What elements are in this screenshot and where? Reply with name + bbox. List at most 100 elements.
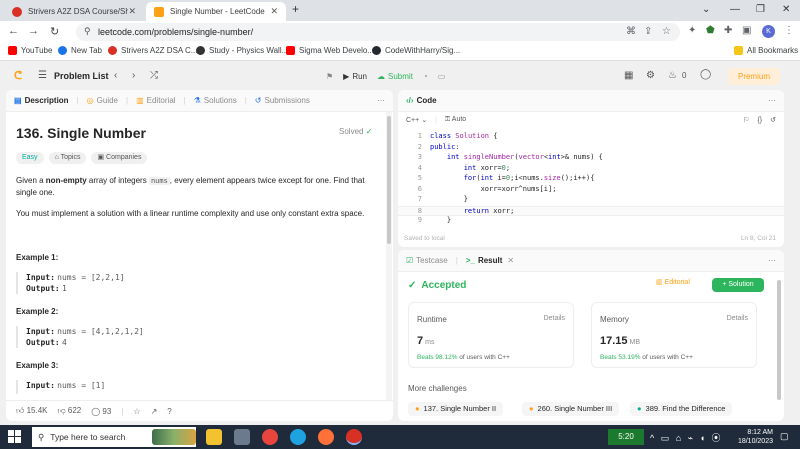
reset-code-icon[interactable]: ↺ xyxy=(770,116,776,124)
translate-icon[interactable]: ⌘ xyxy=(626,26,636,37)
close-tab-icon[interactable]: ✕ xyxy=(128,6,136,17)
prev-problem-icon[interactable]: ‹ xyxy=(114,70,117,81)
layout-icon[interactable]: ▦ xyxy=(624,70,633,81)
debug-icon[interactable]: ⚑ xyxy=(326,72,333,81)
description-scrollbar[interactable] xyxy=(386,112,392,400)
side-panel-icon[interactable]: ▣ xyxy=(742,25,751,36)
challenge-link[interactable]: ● 260. Single Number III xyxy=(522,402,620,416)
browser-tab-leetcode[interactable]: Single Number - LeetCode ✕ xyxy=(146,2,286,21)
tab-testcase[interactable]: ☑ Testcase xyxy=(406,256,448,265)
leetcode-logo-icon[interactable]: ᕦ xyxy=(14,69,22,82)
problem-list-link[interactable]: Problem List xyxy=(54,71,109,81)
user-avatar-icon[interactable]: ◯ xyxy=(700,69,711,80)
result-scrollbar[interactable] xyxy=(776,280,782,418)
chrome-icon[interactable] xyxy=(262,429,278,445)
tab-submissions[interactable]: ↺ Submissions xyxy=(255,96,310,105)
code-line[interactable]: 7 } xyxy=(398,195,784,206)
bookmark-sigma[interactable]: Sigma Web Develo... xyxy=(286,46,374,55)
site-info-icon[interactable]: ⚲ xyxy=(84,26,91,37)
extensions-puzzle-icon[interactable]: ✚ xyxy=(724,25,732,36)
auto-mode-toggle[interactable]: ⚿ Auto xyxy=(445,116,466,124)
settings-gear-icon[interactable]: ⚙ xyxy=(646,70,655,81)
bookmark-star-icon[interactable]: ☆ xyxy=(662,26,671,37)
code-line[interactable]: 9 } xyxy=(398,216,784,227)
panel-more-icon[interactable]: ⋯ xyxy=(377,96,385,105)
tab-code[interactable]: ‹/› Code xyxy=(406,96,437,105)
camera-app-icon[interactable] xyxy=(234,429,250,445)
code-line[interactable]: 2 public: xyxy=(398,143,784,154)
file-explorer-icon[interactable] xyxy=(206,429,222,445)
chrome-profile-icon[interactable] xyxy=(346,429,362,445)
challenge-link[interactable]: ● 389. Find the Difference xyxy=(630,402,733,416)
bookmark-physics[interactable]: Study - Physics Wall... xyxy=(196,46,288,55)
close-icon[interactable]: ✕ xyxy=(507,256,514,265)
panel-more-icon[interactable]: ⋯ xyxy=(768,256,776,265)
code-line[interactable]: 5 for(int i=0;i<nums.size();i++){ xyxy=(398,174,784,185)
notifications-icon[interactable]: ▢ xyxy=(780,431,789,442)
tab-search-icon[interactable]: ⌄ xyxy=(702,4,710,15)
tab-guide[interactable]: ◎ Guide xyxy=(87,96,118,105)
timer-icon[interactable]: ◔ xyxy=(423,72,428,81)
topics-tag[interactable]: ⌂ Topics xyxy=(48,152,87,164)
system-tray-icons[interactable]: ^ ▭ ⌂ ⌁ ◖ ⦿ xyxy=(650,431,723,444)
tab-solutions[interactable]: ⚗ Solutions xyxy=(194,96,237,105)
runtime-card[interactable]: Runtime Details 7 ms Beats 98.12% of user… xyxy=(408,302,574,368)
maximize-icon[interactable]: ❐ xyxy=(756,4,765,15)
code-editor[interactable]: 1 class Solution {2 public: 3 int singleNum… xyxy=(398,132,784,227)
code-line[interactable]: 1 class Solution { xyxy=(398,132,784,143)
bookmark-codewithharry[interactable]: CodeWithHarry/Sig... xyxy=(372,46,460,55)
tab-editorial[interactable]: ▥ Editorial xyxy=(136,96,175,105)
battery-indicator[interactable]: 5:20 xyxy=(608,429,644,445)
minimize-icon[interactable]: — xyxy=(730,4,740,15)
favorite-star-icon[interactable]: ☆ xyxy=(133,407,140,416)
challenge-link[interactable]: ● 137. Single Number II xyxy=(408,402,504,416)
edge-icon[interactable] xyxy=(290,429,306,445)
premium-button[interactable]: Premium xyxy=(728,68,780,85)
share-icon[interactable]: ↗ xyxy=(151,407,158,416)
tab-description[interactable]: ▤ Description xyxy=(14,96,69,105)
tab-result[interactable]: >_ Result ✕ xyxy=(466,256,514,265)
companies-tag[interactable]: ▣ Companies xyxy=(91,152,148,164)
code-line[interactable]: 6 xorr=xorr^nums[i]; xyxy=(398,185,784,196)
forward-arrow-icon[interactable]: → xyxy=(28,25,39,37)
memory-details-link[interactable]: Details xyxy=(727,315,748,322)
new-tab-icon[interactable]: + xyxy=(292,2,299,16)
comments-button[interactable]: ◯ 93 xyxy=(91,407,111,416)
extension-android-icon[interactable]: ⬟ xyxy=(706,25,715,36)
submit-button[interactable]: ☁ Submit xyxy=(377,72,413,81)
address-bar[interactable]: ⚲ leetcode.com/problems/single-number/ ⌘… xyxy=(76,23,680,41)
streak-fire-icon[interactable]: ♨ xyxy=(668,70,677,81)
search-highlight-image[interactable] xyxy=(152,429,196,445)
reload-icon[interactable]: ↻ xyxy=(50,25,59,38)
post-solution-button[interactable]: + Solution xyxy=(712,278,764,292)
next-problem-icon[interactable]: › xyxy=(132,70,135,81)
back-arrow-icon[interactable]: ← xyxy=(8,25,19,37)
run-button[interactable]: ▶ Run xyxy=(343,72,367,81)
dislike-button[interactable]: 👎︎ 622 xyxy=(58,406,82,416)
all-bookmarks[interactable]: All Bookmarks xyxy=(734,46,798,55)
memory-card[interactable]: Memory Details 17.15 MB Beats 53.19% of u… xyxy=(591,302,757,368)
browser-tab-strivers[interactable]: Strivers A2Z DSA Course/Sheet ✕ xyxy=(4,2,144,21)
notes-icon[interactable]: ▭ xyxy=(438,72,446,81)
format-braces-icon[interactable]: {} xyxy=(757,117,762,124)
bookmark-youtube[interactable]: YouTube xyxy=(8,46,52,55)
bookmark-icon[interactable]: ⚐ xyxy=(743,116,749,124)
firefox-icon[interactable] xyxy=(318,429,334,445)
close-window-icon[interactable]: ✕ xyxy=(782,4,790,15)
help-icon[interactable]: ? xyxy=(167,407,171,416)
share-icon[interactable]: ⇪ xyxy=(644,26,652,37)
language-select[interactable]: C++ ⌄ xyxy=(406,116,427,124)
profile-avatar[interactable]: K xyxy=(762,25,775,38)
bookmark-strivers[interactable]: Strivers A2Z DSA C... xyxy=(108,46,197,55)
menu-kebab-icon[interactable]: ⋮ xyxy=(784,25,794,36)
runtime-details-link[interactable]: Details xyxy=(544,315,565,322)
like-button[interactable]: 👍︎ 15.4K xyxy=(16,406,48,416)
code-line[interactable]: 4 int xorr=0; xyxy=(398,164,784,175)
extension-icon[interactable]: ✦ xyxy=(688,25,696,36)
code-line[interactable]: 3 int singleNumber(vector<int>& nums) { xyxy=(398,153,784,164)
scrollbar-thumb[interactable] xyxy=(387,116,391,244)
bookmark-new-tab[interactable]: New Tab xyxy=(58,46,102,55)
close-tab-icon[interactable]: ✕ xyxy=(270,6,278,17)
panel-more-icon[interactable]: ⋯ xyxy=(768,96,776,105)
code-line[interactable]: 8 return xorr; xyxy=(398,205,784,216)
